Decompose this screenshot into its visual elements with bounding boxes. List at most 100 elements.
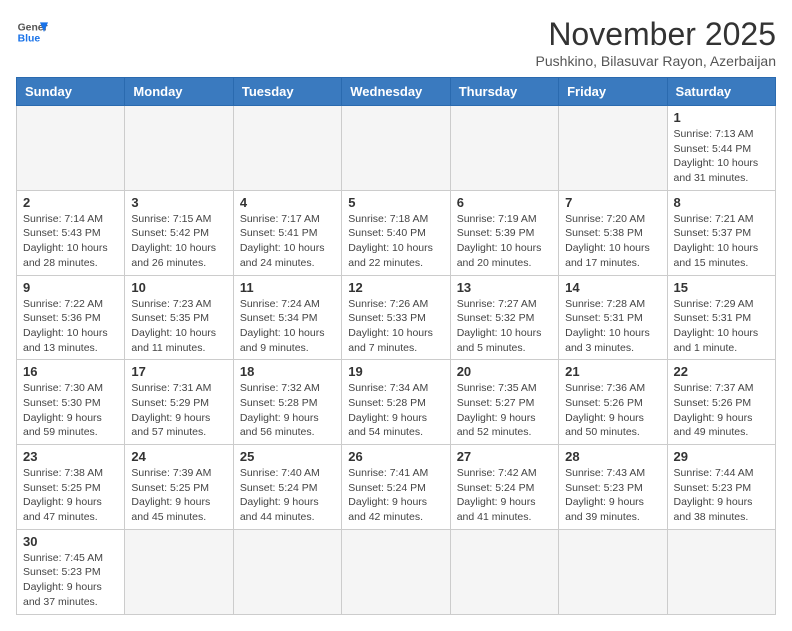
day-cell	[125, 106, 233, 191]
day-info: Sunrise: 7:23 AM Sunset: 5:35 PM Dayligh…	[131, 297, 226, 356]
day-number: 19	[348, 364, 443, 379]
day-number: 14	[565, 280, 660, 295]
day-info: Sunrise: 7:39 AM Sunset: 5:25 PM Dayligh…	[131, 466, 226, 525]
day-cell	[559, 529, 667, 614]
day-cell: 22 Sunrise: 7:37 AM Sunset: 5:26 PM Dayli…	[667, 360, 775, 445]
day-cell: 4Sunrise: 7:17 AM Sunset: 5:41 PM Daylig…	[233, 190, 341, 275]
weekday-header-friday: Friday	[559, 78, 667, 106]
day-info: Sunrise: 7:41 AM Sunset: 5:24 PM Dayligh…	[348, 466, 443, 525]
day-cell	[342, 529, 450, 614]
day-number: 21	[565, 364, 660, 379]
week-row-2: 2Sunrise: 7:14 AM Sunset: 5:43 PM Daylig…	[17, 190, 776, 275]
day-info: Sunrise: 7:22 AM Sunset: 5:36 PM Dayligh…	[23, 297, 118, 356]
day-info: Sunrise: 7:24 AM Sunset: 5:34 PM Dayligh…	[240, 297, 335, 356]
day-cell: 21 Sunrise: 7:36 AM Sunset: 5:26 PM Dayli…	[559, 360, 667, 445]
day-number: 30	[23, 534, 118, 549]
week-row-6: 30 Sunrise: 7:45 AM Sunset: 5:23 PM Dayli…	[17, 529, 776, 614]
day-cell	[233, 529, 341, 614]
day-cell: 29Sunrise: 7:44 AM Sunset: 5:23 PM Dayli…	[667, 445, 775, 530]
day-info: Sunrise: 7:14 AM Sunset: 5:43 PM Dayligh…	[23, 212, 118, 271]
day-number: 6	[457, 195, 552, 210]
day-cell	[125, 529, 233, 614]
day-cell: 7Sunrise: 7:20 AM Sunset: 5:38 PM Daylig…	[559, 190, 667, 275]
day-cell: 27 Sunrise: 7:42 AM Sunset: 5:24 PM Dayli…	[450, 445, 558, 530]
day-number: 29	[674, 449, 769, 464]
day-cell: 11 Sunrise: 7:24 AM Sunset: 5:34 PM Dayli…	[233, 275, 341, 360]
day-number: 18	[240, 364, 335, 379]
day-cell: 20 Sunrise: 7:35 AM Sunset: 5:27 PM Dayli…	[450, 360, 558, 445]
weekday-header-row: SundayMondayTuesdayWednesdayThursdayFrid…	[17, 78, 776, 106]
week-row-3: 9 Sunrise: 7:22 AM Sunset: 5:36 PM Daylig…	[17, 275, 776, 360]
day-number: 16	[23, 364, 118, 379]
svg-text:Blue: Blue	[18, 34, 41, 45]
day-number: 1	[674, 110, 769, 125]
weekday-header-monday: Monday	[125, 78, 233, 106]
day-number: 13	[457, 280, 552, 295]
day-cell: 12 Sunrise: 7:26 AM Sunset: 5:33 PM Dayli…	[342, 275, 450, 360]
day-cell: 17Sunrise: 7:31 AM Sunset: 5:29 PM Dayli…	[125, 360, 233, 445]
day-info: Sunrise: 7:40 AM Sunset: 5:24 PM Dayligh…	[240, 466, 335, 525]
day-cell: 28Sunrise: 7:43 AM Sunset: 5:23 PM Dayli…	[559, 445, 667, 530]
day-info: Sunrise: 7:37 AM Sunset: 5:26 PM Dayligh…	[674, 381, 769, 440]
day-number: 27	[457, 449, 552, 464]
day-cell	[667, 529, 775, 614]
day-info: Sunrise: 7:42 AM Sunset: 5:24 PM Dayligh…	[457, 466, 552, 525]
weekday-header-wednesday: Wednesday	[342, 78, 450, 106]
day-info: Sunrise: 7:36 AM Sunset: 5:26 PM Dayligh…	[565, 381, 660, 440]
day-cell: 14Sunrise: 7:28 AM Sunset: 5:31 PM Dayli…	[559, 275, 667, 360]
day-number: 9	[23, 280, 118, 295]
day-number: 22	[674, 364, 769, 379]
day-info: Sunrise: 7:45 AM Sunset: 5:23 PM Dayligh…	[23, 551, 118, 610]
day-info: Sunrise: 7:21 AM Sunset: 5:37 PM Dayligh…	[674, 212, 769, 271]
day-number: 17	[131, 364, 226, 379]
logo: General Blue	[16, 16, 48, 48]
day-info: Sunrise: 7:15 AM Sunset: 5:42 PM Dayligh…	[131, 212, 226, 271]
day-number: 23	[23, 449, 118, 464]
day-cell: 26Sunrise: 7:41 AM Sunset: 5:24 PM Dayli…	[342, 445, 450, 530]
day-number: 8	[674, 195, 769, 210]
title-area: November 2025 Pushkino, Bilasuvar Rayon,…	[536, 16, 776, 69]
weekday-header-thursday: Thursday	[450, 78, 558, 106]
week-row-1: 1 Sunrise: 7:13 AM Sunset: 5:44 PM Daylig…	[17, 106, 776, 191]
day-number: 11	[240, 280, 335, 295]
day-cell	[559, 106, 667, 191]
day-number: 4	[240, 195, 335, 210]
day-cell	[17, 106, 125, 191]
day-number: 24	[131, 449, 226, 464]
day-number: 3	[131, 195, 226, 210]
day-number: 28	[565, 449, 660, 464]
day-number: 20	[457, 364, 552, 379]
day-cell: 9 Sunrise: 7:22 AM Sunset: 5:36 PM Daylig…	[17, 275, 125, 360]
day-cell: 5 Sunrise: 7:18 AM Sunset: 5:40 PM Daylig…	[342, 190, 450, 275]
day-cell: 15Sunrise: 7:29 AM Sunset: 5:31 PM Dayli…	[667, 275, 775, 360]
day-cell: 23 Sunrise: 7:38 AM Sunset: 5:25 PM Dayli…	[17, 445, 125, 530]
day-number: 25	[240, 449, 335, 464]
day-number: 10	[131, 280, 226, 295]
week-row-4: 16Sunrise: 7:30 AM Sunset: 5:30 PM Dayli…	[17, 360, 776, 445]
day-cell: 3 Sunrise: 7:15 AM Sunset: 5:42 PM Daylig…	[125, 190, 233, 275]
day-number: 5	[348, 195, 443, 210]
day-cell: 19 Sunrise: 7:34 AM Sunset: 5:28 PM Dayli…	[342, 360, 450, 445]
day-cell: 24 Sunrise: 7:39 AM Sunset: 5:25 PM Dayli…	[125, 445, 233, 530]
day-cell: 18 Sunrise: 7:32 AM Sunset: 5:28 PM Dayli…	[233, 360, 341, 445]
day-cell: 25 Sunrise: 7:40 AM Sunset: 5:24 PM Dayli…	[233, 445, 341, 530]
day-cell: 8 Sunrise: 7:21 AM Sunset: 5:37 PM Daylig…	[667, 190, 775, 275]
day-info: Sunrise: 7:34 AM Sunset: 5:28 PM Dayligh…	[348, 381, 443, 440]
logo-icon: General Blue	[16, 16, 48, 48]
header: General Blue November 2025 Pushkino, Bil…	[16, 16, 776, 69]
location: Pushkino, Bilasuvar Rayon, Azerbaijan	[536, 53, 776, 69]
day-cell	[450, 106, 558, 191]
day-info: Sunrise: 7:35 AM Sunset: 5:27 PM Dayligh…	[457, 381, 552, 440]
day-info: Sunrise: 7:13 AM Sunset: 5:44 PM Dayligh…	[674, 127, 769, 186]
day-number: 12	[348, 280, 443, 295]
day-cell: 13 Sunrise: 7:27 AM Sunset: 5:32 PM Dayli…	[450, 275, 558, 360]
day-info: Sunrise: 7:32 AM Sunset: 5:28 PM Dayligh…	[240, 381, 335, 440]
weekday-header-tuesday: Tuesday	[233, 78, 341, 106]
day-info: Sunrise: 7:27 AM Sunset: 5:32 PM Dayligh…	[457, 297, 552, 356]
day-number: 15	[674, 280, 769, 295]
day-cell	[233, 106, 341, 191]
day-info: Sunrise: 7:38 AM Sunset: 5:25 PM Dayligh…	[23, 466, 118, 525]
day-info: Sunrise: 7:26 AM Sunset: 5:33 PM Dayligh…	[348, 297, 443, 356]
day-number: 7	[565, 195, 660, 210]
day-info: Sunrise: 7:18 AM Sunset: 5:40 PM Dayligh…	[348, 212, 443, 271]
